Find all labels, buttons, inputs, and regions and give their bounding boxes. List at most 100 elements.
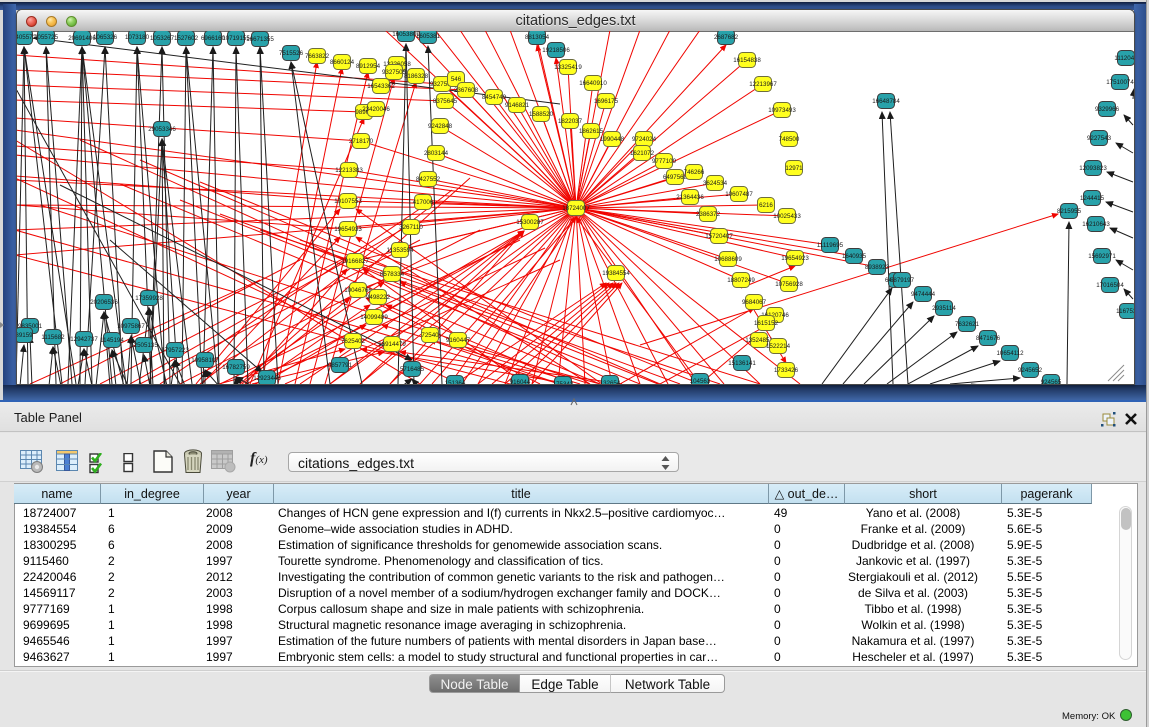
svg-text:12505135: 12505135 bbox=[130, 342, 158, 349]
svg-text:12213383: 12213383 bbox=[335, 167, 363, 174]
svg-text:17359928: 17359928 bbox=[135, 295, 163, 302]
svg-text:12093823: 12093823 bbox=[1079, 165, 1107, 172]
svg-text:3624534: 3624534 bbox=[703, 180, 728, 187]
svg-text:2367608: 2367608 bbox=[454, 87, 479, 94]
svg-text:17510074: 17510074 bbox=[1106, 79, 1134, 86]
svg-text:7663822: 7663822 bbox=[305, 53, 330, 60]
svg-text:9227543: 9227543 bbox=[1087, 135, 1112, 142]
svg-text:9777109: 9777109 bbox=[652, 158, 677, 165]
svg-text:16914479: 16914479 bbox=[378, 341, 406, 348]
svg-text:9498222: 9498222 bbox=[366, 294, 391, 301]
svg-text:8660124: 8660124 bbox=[330, 59, 355, 66]
svg-text:924565: 924565 bbox=[1041, 379, 1062, 384]
svg-text:9146821: 9146821 bbox=[505, 102, 530, 109]
svg-text:16640910: 16640910 bbox=[579, 80, 607, 87]
svg-text:8912954: 8912954 bbox=[356, 63, 381, 70]
svg-text:11119695: 11119695 bbox=[817, 242, 844, 249]
svg-text:1115682: 1115682 bbox=[41, 334, 65, 341]
svg-text:9474444: 9474444 bbox=[911, 291, 936, 298]
svg-text:16210643: 16210643 bbox=[1082, 221, 1110, 228]
svg-text:3267110: 3267110 bbox=[399, 224, 423, 231]
svg-text:18724007: 18724007 bbox=[562, 205, 590, 212]
svg-text:1588520: 1588520 bbox=[529, 111, 554, 118]
svg-text:21364436: 21364436 bbox=[676, 194, 704, 201]
svg-text:10688609: 10688609 bbox=[714, 256, 742, 263]
svg-text:9160447: 9160447 bbox=[446, 337, 471, 344]
svg-text:10958107: 10958107 bbox=[191, 357, 219, 364]
svg-text:2718170: 2718170 bbox=[349, 138, 374, 145]
svg-text:10975867: 10975867 bbox=[117, 323, 145, 330]
svg-text:23420046: 23420046 bbox=[362, 106, 390, 113]
svg-text:12213967: 12213967 bbox=[749, 81, 777, 88]
svg-text:10973493: 10973493 bbox=[768, 107, 796, 114]
svg-text:9724024: 9724024 bbox=[632, 136, 657, 143]
svg-text:10607487: 10607487 bbox=[725, 191, 753, 198]
svg-text:16782759: 16782759 bbox=[222, 364, 250, 371]
svg-text:2803144: 2803144 bbox=[424, 150, 449, 157]
svg-text:1244415: 1244415 bbox=[1080, 195, 1105, 202]
svg-text:16648784: 16648784 bbox=[872, 98, 900, 105]
svg-text:175342: 175342 bbox=[553, 381, 574, 384]
svg-text:11353594: 11353594 bbox=[386, 247, 414, 254]
svg-text:13325419: 13325419 bbox=[554, 64, 582, 71]
svg-text:17957223: 17957223 bbox=[161, 347, 189, 354]
svg-text:916044: 916044 bbox=[510, 379, 531, 384]
svg-text:8215955: 8215955 bbox=[1057, 208, 1082, 215]
svg-text:9329966: 9329966 bbox=[1095, 106, 1120, 113]
svg-text:15720407: 15720407 bbox=[705, 233, 733, 240]
svg-text:8375645: 8375645 bbox=[433, 98, 458, 105]
svg-text:17016504: 17016504 bbox=[1096, 282, 1124, 289]
svg-text:5716485: 5716485 bbox=[400, 366, 425, 373]
svg-text:746266: 746266 bbox=[684, 169, 705, 176]
svg-text:9857791: 9857791 bbox=[328, 362, 353, 369]
svg-text:1605381: 1605381 bbox=[416, 33, 441, 40]
svg-text:15136141: 15136141 bbox=[728, 360, 756, 367]
svg-text:1615152: 1615152 bbox=[754, 320, 779, 327]
svg-text:8813054: 8813054 bbox=[525, 34, 550, 41]
svg-text:72540: 72540 bbox=[421, 332, 439, 339]
svg-text:7625402: 7625402 bbox=[341, 338, 366, 345]
svg-text:16154838: 16154838 bbox=[733, 57, 761, 64]
svg-text:15300287: 15300287 bbox=[516, 219, 544, 226]
svg-text:1065326: 1065326 bbox=[93, 34, 118, 41]
svg-text:19218506: 19218506 bbox=[542, 47, 570, 54]
svg-text:1145194: 1145194 bbox=[100, 337, 124, 344]
svg-text:10107553: 10107553 bbox=[334, 198, 362, 205]
svg-text:104563: 104563 bbox=[690, 378, 711, 384]
svg-text:19654923: 19654923 bbox=[781, 255, 809, 262]
svg-text:2055725: 2055725 bbox=[34, 34, 59, 41]
svg-text:748500: 748500 bbox=[779, 136, 800, 143]
svg-text:15692971: 15692971 bbox=[1088, 253, 1116, 260]
svg-text:10046766: 10046766 bbox=[344, 287, 372, 294]
svg-text:9684067: 9684067 bbox=[742, 299, 767, 306]
svg-text:1621072: 1621072 bbox=[630, 150, 655, 157]
svg-text:546: 546 bbox=[451, 76, 462, 83]
svg-text:2687682: 2687682 bbox=[714, 34, 739, 41]
svg-text:2386372: 2386372 bbox=[696, 211, 721, 218]
svg-text:12971: 12971 bbox=[785, 165, 803, 172]
svg-text:7632621: 7632621 bbox=[955, 321, 980, 328]
svg-text:1053267: 1053267 bbox=[150, 35, 175, 42]
svg-text:1733426: 1733426 bbox=[774, 367, 799, 374]
svg-text:417006: 417006 bbox=[413, 199, 434, 206]
svg-text:9242848: 9242848 bbox=[428, 123, 453, 130]
svg-text:9245652: 9245652 bbox=[1018, 367, 1043, 374]
svg-text:8471676: 8471676 bbox=[976, 335, 1001, 342]
svg-text:19166827: 19166827 bbox=[341, 258, 369, 265]
svg-text:9327505: 9327505 bbox=[382, 69, 407, 76]
svg-text:16543362: 16543362 bbox=[367, 83, 395, 90]
svg-text:12923446: 12923446 bbox=[253, 375, 281, 382]
svg-text:8454749: 8454749 bbox=[482, 94, 507, 101]
svg-text:1862615: 1862615 bbox=[579, 128, 604, 135]
svg-text:1990448: 1990448 bbox=[600, 136, 625, 143]
svg-text:1822037: 1822037 bbox=[558, 118, 583, 125]
svg-text:8427552: 8427552 bbox=[416, 176, 441, 183]
svg-text:12942737: 12942737 bbox=[70, 336, 98, 343]
svg-text:20206536: 20206536 bbox=[90, 299, 118, 306]
svg-text:1640935: 1640935 bbox=[842, 253, 867, 260]
svg-text:19384554: 19384554 bbox=[602, 270, 630, 277]
svg-text:39159: 39159 bbox=[17, 332, 33, 339]
svg-text:16671355: 16671355 bbox=[246, 36, 274, 43]
svg-text:1527602: 1527602 bbox=[174, 35, 199, 42]
svg-text:1696175: 1696175 bbox=[594, 98, 619, 105]
